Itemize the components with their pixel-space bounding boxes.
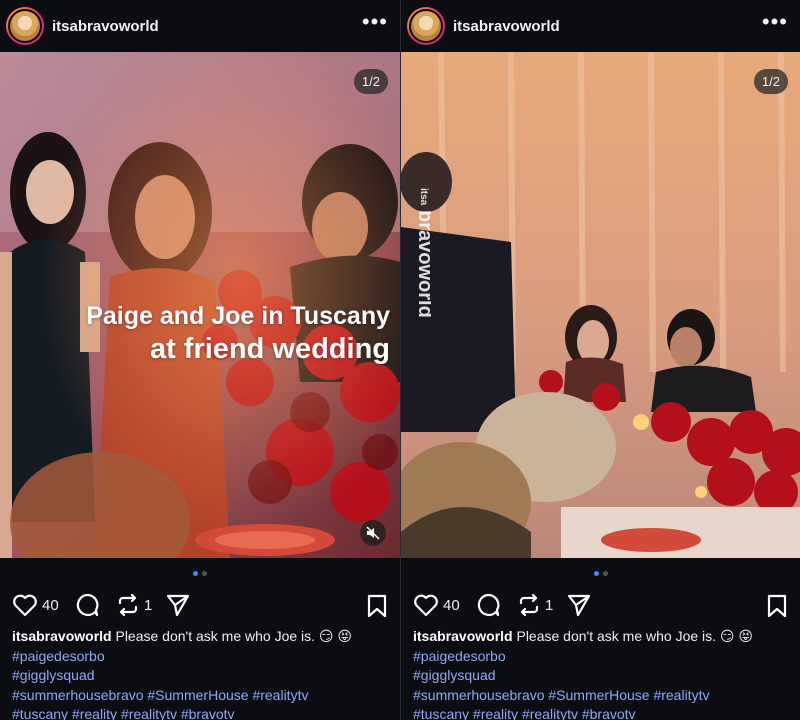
caption-username[interactable]: itsabravoworld — [12, 628, 112, 644]
bookmark-icon[interactable] — [366, 594, 388, 618]
heart-icon[interactable] — [413, 593, 439, 617]
overlay-line-2: at friend wedding — [149, 333, 390, 365]
like-action[interactable]: 40 — [12, 593, 59, 617]
hashtag-line[interactable]: #tuscany #reality #realitytv #bravotv — [12, 705, 392, 720]
action-bar: 40 1 — [401, 590, 800, 620]
post-media[interactable]: itsa bravoworld 1/2 — [401, 52, 800, 558]
post-media[interactable]: Paige and Joe in Tuscany at friend weddi… — [0, 52, 400, 558]
avatar[interactable] — [6, 7, 44, 45]
post-caption: itsabravoworld Please don't ask me who J… — [413, 627, 792, 720]
heart-icon[interactable] — [12, 593, 38, 617]
hashtag-line[interactable]: #summerhousebravo #SummerHouse #realityt… — [413, 686, 792, 706]
more-icon[interactable]: ••• — [762, 11, 788, 33]
repost-action[interactable]: 1 — [116, 593, 152, 617]
share-icon[interactable] — [165, 593, 191, 617]
repost-count: 1 — [144, 596, 153, 614]
hashtag-line[interactable]: #gigglysquad — [12, 666, 392, 686]
caption-username[interactable]: itsabravoworld — [413, 628, 513, 644]
hashtag-line[interactable]: #paigedesorbo — [12, 647, 392, 667]
share-icon[interactable] — [566, 593, 592, 617]
slide-counter: 1/2 — [353, 69, 388, 94]
post-right: itsabravoworld ••• itsa bravoworld 1/2 4… — [401, 0, 800, 720]
action-bar: 40 1 — [0, 590, 400, 620]
like-count: 40 — [443, 596, 460, 614]
hashtag-line[interactable]: #summerhousebravo #SummerHouse #realityt… — [12, 686, 392, 706]
repost-icon[interactable] — [116, 593, 140, 617]
carousel-dots — [0, 571, 400, 576]
hashtag-line[interactable]: #tuscany #reality #realitytv #bravotv — [413, 705, 792, 720]
carousel-dots — [401, 571, 800, 576]
more-icon[interactable]: ••• — [362, 11, 388, 33]
carousel-dot-active — [593, 571, 599, 576]
like-count: 40 — [42, 596, 59, 614]
watermark-small: itsa — [418, 188, 429, 206]
post-left: itsabravoworld ••• Paige and Joe in Tusc… — [0, 0, 400, 720]
post-header: itsabravoworld ••• — [0, 0, 400, 52]
mute-icon[interactable] — [360, 520, 386, 546]
avatar[interactable] — [407, 7, 445, 45]
slide-counter: 1/2 — [753, 69, 788, 94]
repost-action[interactable]: 1 — [517, 593, 553, 617]
like-action[interactable]: 40 — [413, 593, 460, 617]
carousel-dot — [202, 571, 207, 576]
repost-count: 1 — [545, 596, 554, 614]
carousel-dot — [602, 571, 608, 576]
username[interactable]: itsabravoworld — [52, 18, 159, 35]
caption-text: Please don't ask me who Joe is. 😏 😝 — [516, 628, 754, 644]
hashtag-line[interactable]: #paigedesorbo — [413, 647, 792, 667]
username[interactable]: itsabravoworld — [453, 18, 560, 35]
watermark-big: bravoworld — [414, 210, 431, 318]
video-text-overlay: Paige and Joe in Tuscany at friend weddi… — [86, 302, 390, 366]
watermark: itsa bravoworld — [405, 182, 436, 362]
photo-wedding-table — [401, 52, 800, 558]
caption-text: Please don't ask me who Joe is. 😏 😝 — [115, 628, 353, 644]
comment-icon[interactable] — [475, 592, 501, 618]
bookmark-icon[interactable] — [766, 594, 788, 618]
carousel-dot-active — [193, 571, 198, 576]
post-caption: itsabravoworld Please don't ask me who J… — [12, 627, 392, 720]
comment-icon[interactable] — [74, 592, 100, 618]
overlay-line-1: Paige and Joe in Tuscany — [86, 302, 390, 330]
hashtag-line[interactable]: #gigglysquad — [413, 666, 792, 686]
repost-icon[interactable] — [517, 593, 541, 617]
post-header: itsabravoworld ••• — [401, 0, 800, 52]
